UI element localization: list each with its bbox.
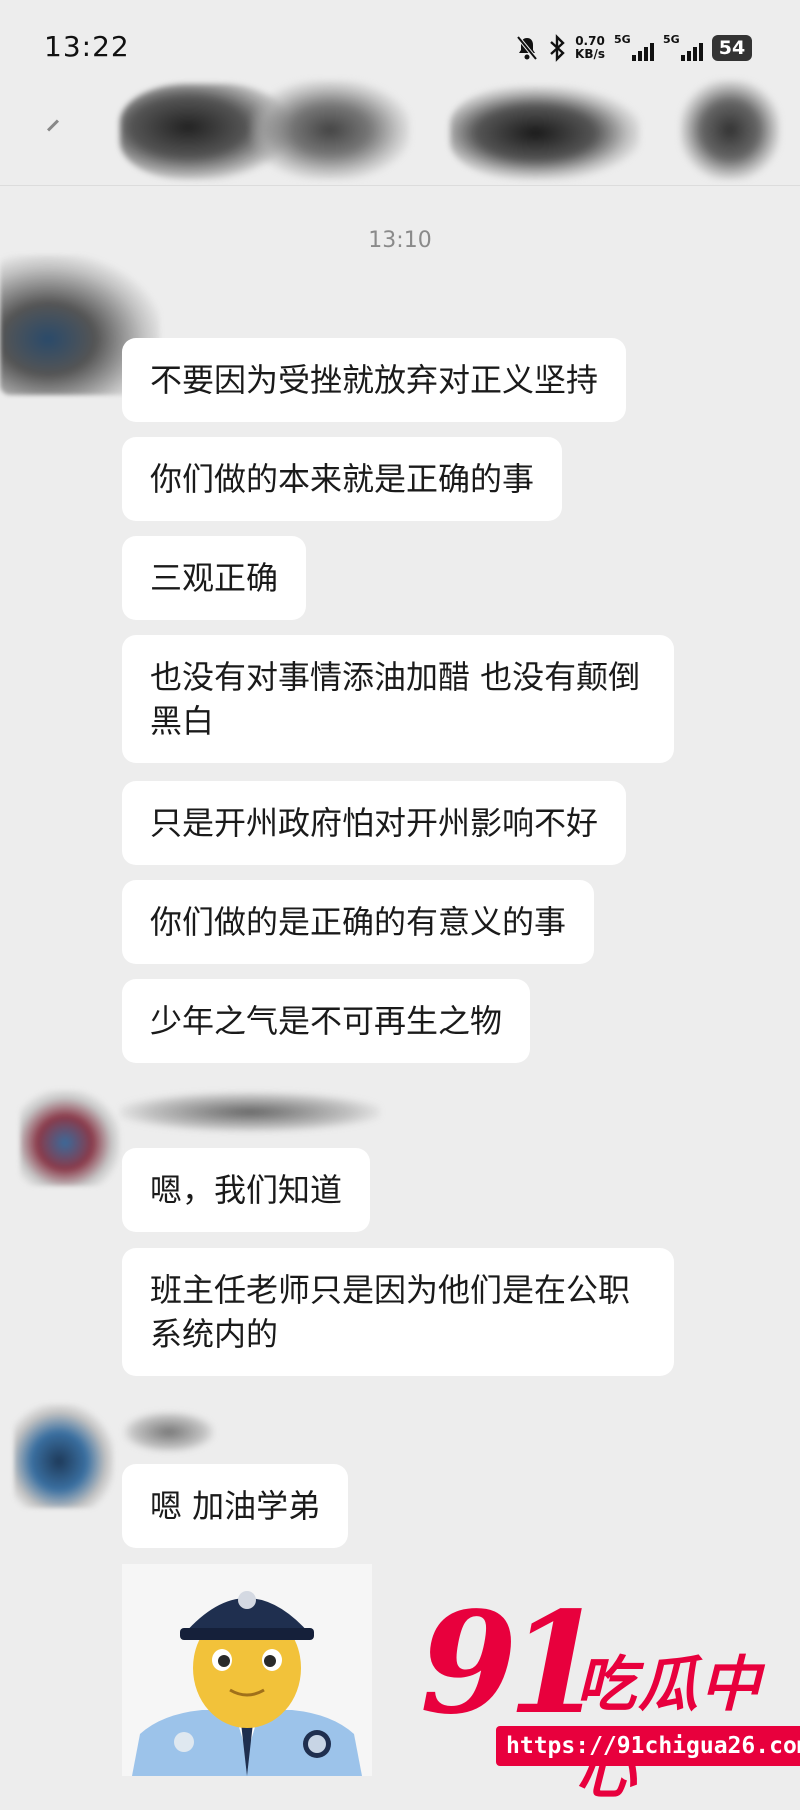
- message-bubble[interactable]: 嗯，我们知道: [122, 1148, 371, 1232]
- watermark-brand: 吃瓜中心: [576, 1650, 762, 1807]
- status-time: 13:22: [44, 30, 130, 63]
- message-bubble[interactable]: 不要因为受挫就放弃对正义坚持: [122, 338, 627, 422]
- signal-icon: 5G: [614, 33, 654, 63]
- redacted-title: [250, 80, 410, 180]
- message-bubble[interactable]: 班主任老师只是因为他们是在公职系统内的: [122, 1248, 674, 1376]
- signal-2-label: 5G: [663, 33, 680, 46]
- bell-muted-icon: [516, 35, 538, 61]
- battery-icon: 54: [712, 35, 752, 61]
- watermark-number: 91: [420, 1582, 605, 1746]
- chat-header: [0, 70, 800, 186]
- header-divider: [0, 185, 800, 186]
- message-bubble[interactable]: 三观正确: [122, 536, 307, 620]
- redacted-title: [680, 80, 780, 180]
- signal-1-label: 5G: [614, 33, 631, 46]
- bluetooth-icon: [550, 34, 565, 62]
- status-icons: 0.70 KB/s 5G 5G 54: [515, 30, 752, 66]
- message-bubble[interactable]: 也没有对事情添油加醋 也没有颠倒黑白: [122, 635, 674, 763]
- sender-name: [124, 1412, 214, 1452]
- signal-icon: 5G: [663, 33, 703, 63]
- sticker-image[interactable]: [122, 1564, 372, 1776]
- watermark-url: https://91chigua26.com: [496, 1726, 800, 1766]
- message-bubble[interactable]: 你们做的是正确的有意义的事: [122, 880, 595, 964]
- message-bubble[interactable]: 少年之气是不可再生之物: [122, 979, 531, 1063]
- network-speed-unit: KB/s: [575, 47, 605, 61]
- message-bubble[interactable]: 你们做的本来就是正确的事: [122, 437, 563, 521]
- sender-name: [120, 1092, 380, 1132]
- message-bubble[interactable]: 嗯 加油学弟: [122, 1464, 349, 1548]
- avatar[interactable]: [14, 1404, 114, 1508]
- avatar[interactable]: [20, 1090, 120, 1186]
- redacted-title: [450, 86, 640, 180]
- chat-timestamp: 13:10: [368, 228, 432, 253]
- message-bubble[interactable]: 只是开州政府怕对开州影响不好: [122, 781, 627, 865]
- battery-level: 54: [718, 37, 746, 59]
- police-mascot-sticker: [132, 1591, 362, 1776]
- network-speed: 0.70 KB/s: [575, 35, 605, 61]
